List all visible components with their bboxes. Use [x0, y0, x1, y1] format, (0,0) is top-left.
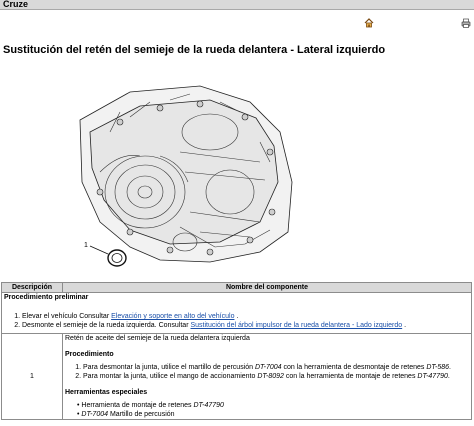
toolbar [0, 11, 474, 33]
component-cell: Retén de aceite del semieje de la rueda … [62, 333, 472, 420]
preliminary-step: Desmonte el semieje de la rueda izquierd… [22, 321, 469, 330]
special-tool-item: Herramienta de montaje de retenes DT-477… [77, 401, 469, 410]
procedure-step: Para desmontar la junta, utilice el mart… [83, 363, 469, 372]
seal-part [107, 249, 127, 267]
row-number: 1 [1, 333, 63, 420]
preliminary-heading: Procedimiento preliminar [4, 294, 89, 301]
home-icon[interactable] [364, 18, 374, 28]
special-tools-list: Herramienta de montaje de retenes DT-477… [65, 401, 469, 419]
preliminary-steps: Elevar el vehículo Consultar Elevación y… [4, 312, 469, 330]
page-title: Sustitución del retén del semieje de la … [3, 44, 386, 56]
procedure-step: Para montar la junta, utilice el mango d… [83, 372, 469, 381]
app-title: Cruze [3, 0, 29, 9]
component-table: Descripción Nombre del componente Proced… [1, 282, 472, 420]
transmission-illustration: 1 [60, 72, 298, 272]
procedure-steps: Para desmontar la junta, utilice el mart… [65, 363, 469, 381]
print-icon[interactable] [461, 18, 471, 28]
procedure-heading: Procedimiento [65, 351, 114, 358]
preliminary-row: Procedimiento preliminar Elevar el vehíc… [1, 292, 472, 334]
top-bar: Cruze [0, 0, 474, 10]
column-header-description: Descripción [1, 282, 63, 293]
preliminary-step: Elevar el vehículo Consultar Elevación y… [22, 312, 469, 321]
special-tool-item: DT-7004 Martillo de percusión [77, 410, 469, 419]
column-header-component: Nombre del componente [62, 282, 472, 293]
link-drive-shaft-replacement[interactable]: Sustitución del árbol impulsor de la rue… [190, 322, 402, 329]
component-name: Retén de aceite del semieje de la rueda … [65, 335, 250, 342]
link-vehicle-lift[interactable]: Elevación y soporte en alto del vehículo [111, 313, 234, 320]
special-tools-heading: Herramientas especiales [65, 389, 148, 396]
callout-number: 1 [84, 242, 88, 249]
